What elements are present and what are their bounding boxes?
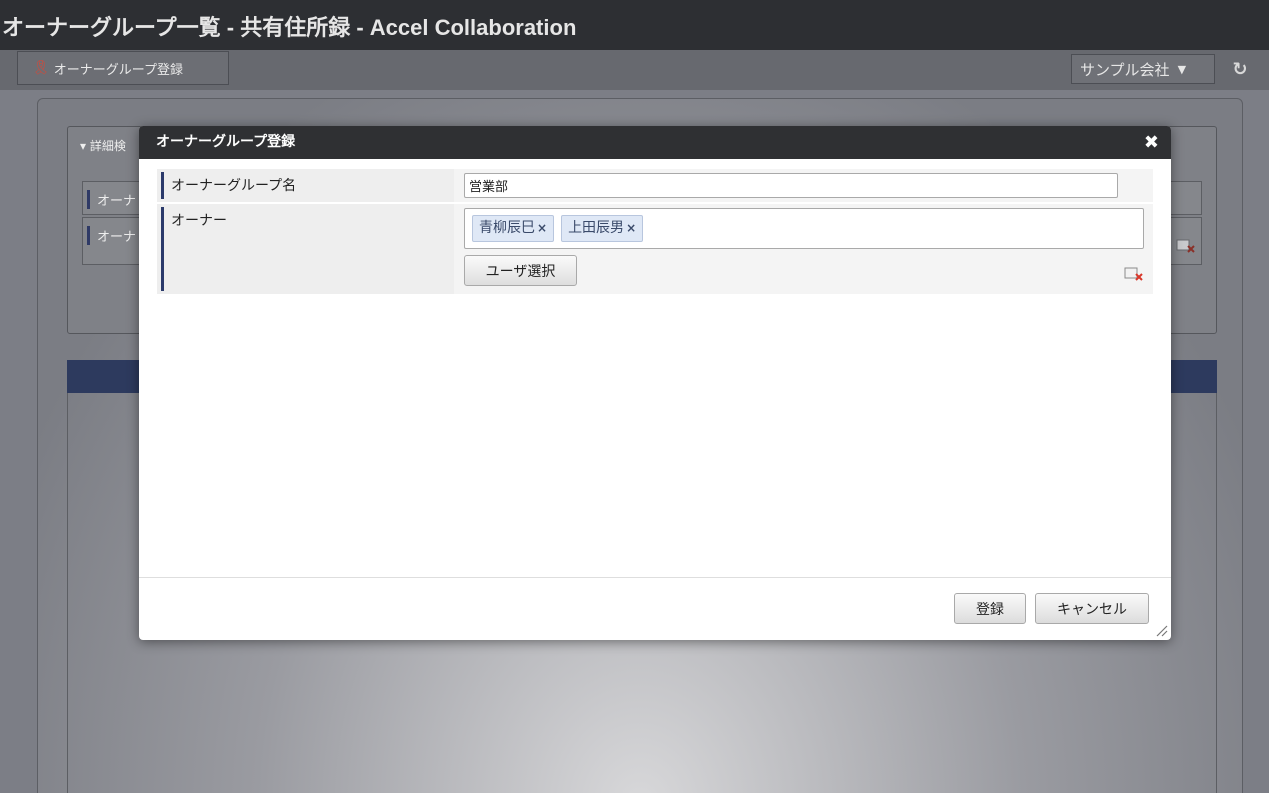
- footer-divider: [139, 577, 1171, 578]
- chevron-down-icon: ▼: [1177, 62, 1187, 76]
- owner-label: オーナー: [171, 213, 227, 229]
- group-name-label-cell: オーナーグループ名: [157, 169, 454, 202]
- owner-tag-box[interactable]: 青柳辰巳 × 上田辰男 ×: [464, 208, 1144, 249]
- close-icon[interactable]: ✖: [1144, 126, 1159, 159]
- group-name-input[interactable]: [464, 173, 1118, 198]
- owner-label-cell: オーナー: [157, 204, 454, 294]
- clear-icon: [1176, 239, 1195, 253]
- form-row-owner: オーナー 青柳辰巳 × 上田辰男 × ユーザ選択: [157, 204, 1153, 294]
- window-title: オーナーグループ一覧 - 共有住所録 - Accel Collaboration: [0, 0, 1269, 50]
- remove-owner-icon[interactable]: ×: [537, 216, 547, 241]
- search-panel-title[interactable]: ▾ 詳細検: [80, 137, 126, 154]
- owner-tag-label: 上田辰男: [568, 220, 625, 236]
- search-panel-title-text: 詳細検: [89, 139, 126, 153]
- form-table: オーナーグループ名 オーナー 青柳辰巳 × 上田辰男 ×: [157, 169, 1153, 294]
- register-button[interactable]: 登録: [954, 593, 1026, 624]
- search-row-2-label: オーナ: [87, 226, 136, 245]
- resize-grip-icon[interactable]: [1154, 623, 1168, 637]
- owner-tag-label: 青柳辰巳: [479, 220, 535, 236]
- owner-group-register-dialog: オーナーグループ登録 ✖ オーナーグループ名 オーナー 青柳辰巳 ×: [139, 126, 1171, 640]
- owner-tag: 上田辰男 ×: [561, 215, 644, 242]
- tab-owner-group-register[interactable]: 🎗 オーナーグループ登録: [17, 51, 229, 85]
- group-name-label: オーナーグループ名: [171, 178, 297, 194]
- remove-owner-icon[interactable]: ×: [626, 216, 636, 241]
- cancel-button[interactable]: キャンセル: [1035, 593, 1149, 624]
- user-select-button[interactable]: ユーザ選択: [464, 255, 577, 286]
- label-bar: [161, 172, 164, 199]
- ribbon-icon: 🎗: [32, 60, 50, 76]
- reload-icon[interactable]: ↻: [1226, 56, 1254, 84]
- owner-tag: 青柳辰巳 ×: [472, 215, 555, 242]
- label-bar: [161, 207, 164, 291]
- company-select[interactable]: サンプル会社 ▼: [1071, 54, 1215, 84]
- search-row-1-label: オーナ: [87, 190, 136, 209]
- form-row-group-name: オーナーグループ名: [157, 169, 1153, 202]
- triangle-down-icon: ▾: [80, 139, 90, 153]
- toolbar: 🎗 オーナーグループ登録 サンプル会社 ▼ ↻: [0, 50, 1269, 90]
- dialog-title: オーナーグループ登録: [139, 126, 1171, 159]
- clear-owners-icon[interactable]: [1124, 266, 1144, 282]
- company-select-value: サンプル会社: [1080, 60, 1170, 79]
- group-name-value-cell: [458, 169, 1153, 202]
- owner-value-cell: 青柳辰巳 × 上田辰男 × ユーザ選択: [458, 204, 1153, 294]
- tab-label: オーナーグループ登録: [53, 62, 184, 78]
